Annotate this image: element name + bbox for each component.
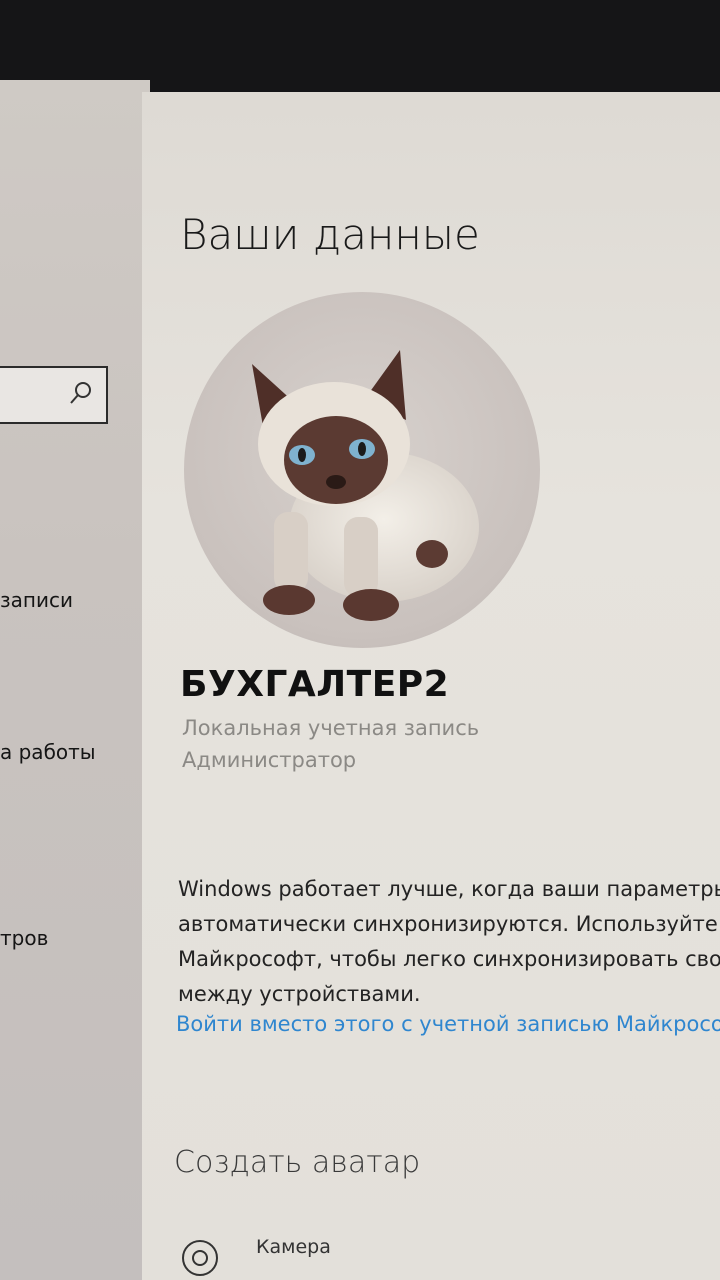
camera-icon — [182, 1240, 218, 1276]
sidebar-item-work-access[interactable]: а работы — [0, 740, 96, 764]
sync-line: автоматически синхронизируются. Использу… — [178, 912, 718, 936]
camera-option[interactable]: Камера — [176, 1232, 476, 1280]
sync-description: Windows работает лучше, когда ваши парам… — [178, 872, 720, 1012]
avatar — [184, 292, 540, 648]
account-role: Администратор — [182, 748, 357, 772]
cat-avatar-image — [252, 350, 479, 621]
sync-line: Windows работает лучше, когда ваши парам… — [178, 877, 720, 901]
sidebar-item-sync[interactable]: тров — [0, 926, 48, 950]
user-name: БУХГАЛТЕР2 — [180, 664, 450, 705]
account-type: Локальная учетная запись — [182, 716, 480, 740]
microsoft-signin-link[interactable]: Войти вместо этого с учетной записью Май… — [176, 1012, 720, 1036]
camera-label: Камера — [256, 1236, 331, 1258]
search-icon — [70, 382, 91, 404]
page-title: Ваши данные — [180, 210, 480, 259]
search-input[interactable] — [0, 366, 108, 424]
sync-line: Майкрософт, чтобы легко синхронизировать… — [178, 947, 720, 971]
sync-line: между устройствами. — [178, 982, 421, 1006]
screen-bezel — [0, 0, 720, 92]
sidebar-item-accounts[interactable]: записи — [0, 588, 73, 612]
sidebar: записи а работы тров — [0, 80, 150, 1280]
create-avatar-heading: Создать аватар — [174, 1145, 421, 1180]
